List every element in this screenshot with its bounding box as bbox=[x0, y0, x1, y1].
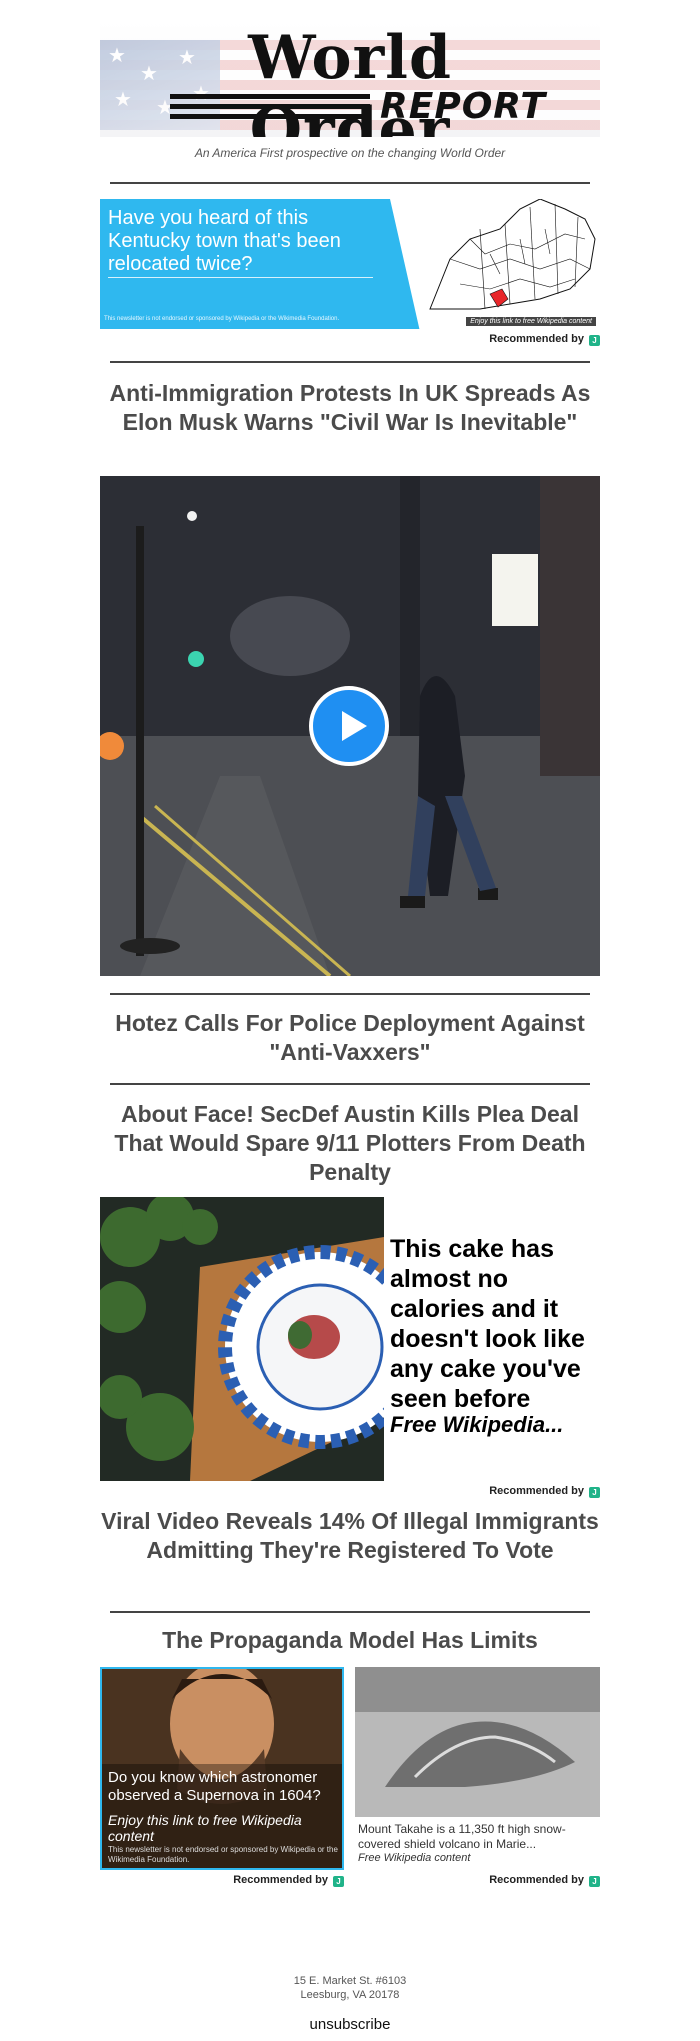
divider bbox=[110, 1611, 590, 1613]
recommender-logo-icon: J bbox=[333, 1876, 344, 1887]
volcano-ad-tag: Free Wikipedia content bbox=[358, 1852, 471, 1864]
recommended-by-label[interactable]: Recommended by J bbox=[489, 1485, 600, 1498]
cake-ad-source[interactable]: Free Wikipedia... bbox=[390, 1412, 563, 1438]
play-icon bbox=[342, 711, 367, 741]
recommended-text: Recommended by bbox=[489, 1485, 584, 1497]
article-headline-link[interactable]: About Face! SecDef Austin Kills Plea Dea… bbox=[100, 1100, 600, 1187]
volcano-aerial-graphic bbox=[355, 1667, 600, 1817]
recommended-by-label[interactable]: Recommended by J bbox=[233, 1874, 344, 1887]
newsletter-header-logo[interactable]: ★ ★ ★ ★ ★ ★ World Order REPORT bbox=[100, 22, 600, 137]
play-button[interactable] bbox=[309, 686, 389, 766]
divider bbox=[110, 361, 590, 363]
recommended-by-label[interactable]: Recommended by J bbox=[489, 333, 600, 346]
recommender-logo-icon: J bbox=[589, 1487, 600, 1498]
astronomer-ad-headline: Do you know which astronomer observed a … bbox=[108, 1769, 321, 1804]
article-headline-link[interactable]: Viral Video Reveals 14% Of Illegal Immig… bbox=[100, 1507, 600, 1565]
ad-caption: Enjoy this link to free Wikipedia conten… bbox=[466, 317, 596, 326]
ad-kentucky-town[interactable]: Have you heard of this Kentucky town tha… bbox=[100, 199, 600, 329]
astronomer-ad-tag: Enjoy this link to free Wikipedia conten… bbox=[108, 1812, 302, 1844]
cake-ad-headline[interactable]: This cake has almost no calories and it … bbox=[390, 1234, 600, 1414]
astronomer-ad[interactable]: Do you know which astronomer observed a … bbox=[100, 1667, 344, 1870]
tagline: An America First prospective on the chan… bbox=[194, 146, 506, 160]
recommended-text: Recommended by bbox=[489, 333, 584, 345]
logo-report: REPORT bbox=[380, 86, 546, 127]
article-video-thumbnail[interactable] bbox=[100, 476, 600, 976]
ad-rule bbox=[108, 277, 373, 278]
address-line-1: 15 E. Market St. #6103 bbox=[293, 1975, 407, 1987]
cake-plate-graphic bbox=[100, 1197, 384, 1481]
divider bbox=[110, 993, 590, 995]
article-headline-link[interactable]: Hotez Calls For Police Deployment Agains… bbox=[100, 1009, 600, 1067]
recommended-text: Recommended by bbox=[489, 1874, 584, 1886]
recommender-logo-icon: J bbox=[589, 1876, 600, 1887]
unsubscribe-link[interactable]: unsubscribe bbox=[100, 2016, 600, 2033]
recommender-logo-icon: J bbox=[589, 335, 600, 346]
astronomer-ad-disclaimer: This newsletter is not endorsed or spons… bbox=[108, 1845, 338, 1864]
kentucky-map-image: Enjoy this link to free Wikipedia conten… bbox=[390, 199, 600, 329]
ad-headline: Have you heard of this Kentucky town tha… bbox=[108, 207, 341, 275]
recommended-text: Recommended by bbox=[233, 1874, 328, 1886]
article-headline-link[interactable]: Anti-Immigration Protests In UK Spreads … bbox=[100, 379, 600, 437]
footer-address: 15 E. Market St. #6103 Leesburg, VA 2017… bbox=[100, 1974, 600, 2002]
ad-disclaimer: This newsletter is not endorsed or spons… bbox=[104, 316, 340, 322]
volcano-ad-headline[interactable]: Mount Takahe is a 11,350 ft high snow-co… bbox=[358, 1822, 598, 1852]
divider bbox=[110, 1083, 590, 1085]
cake-ad-image[interactable] bbox=[100, 1197, 384, 1481]
logo-rule-lines bbox=[170, 94, 370, 124]
article-headline-link[interactable]: The Propaganda Model Has Limits bbox=[100, 1626, 600, 1655]
recommended-by-label[interactable]: Recommended by J bbox=[489, 1874, 600, 1887]
divider bbox=[110, 182, 590, 184]
address-line-2: Leesburg, VA 20178 bbox=[300, 1989, 400, 2001]
volcano-ad-image[interactable] bbox=[355, 1667, 600, 1817]
